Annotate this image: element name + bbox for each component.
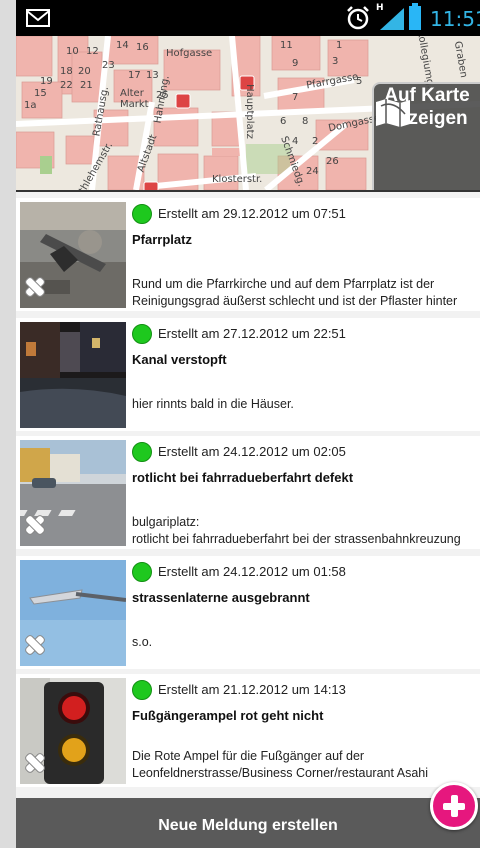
map-house-number: 9 <box>292 58 299 69</box>
map-house-number: 24 <box>306 166 319 177</box>
report-description: bulgariplatz: rotlicht bei fahrradueberf… <box>132 515 461 546</box>
create-report-button[interactable]: Neue Meldung erstellen <box>16 798 480 848</box>
map-house-number: 5 <box>356 76 363 87</box>
report-description: s.o. <box>132 635 153 649</box>
report-title: Fußgängerampel rot geht nicht <box>132 708 324 723</box>
app-frame: H 11:51 <box>16 0 480 848</box>
map-house-number: 19 <box>40 76 53 87</box>
map-house-number: 13 <box>146 70 159 81</box>
report-title: strassenlaterne ausgebrannt <box>132 590 310 605</box>
report-date: Erstellt am 24.12.2012 um 01:58 <box>158 564 346 579</box>
status-bar: H 11:51 <box>16 0 480 36</box>
status-time: 11:51 <box>430 7 480 31</box>
report-description: Rund um die Pfarrkirche und auf dem Pfar… <box>132 277 458 308</box>
status-indicator <box>132 680 152 700</box>
map-preview[interactable]: Hofgasse Altstadt Alter Markt Hauptplatz… <box>16 36 480 190</box>
status-indicator <box>132 324 152 344</box>
map-house-number: 20 <box>78 66 91 77</box>
map-house-number: 15 <box>34 88 47 99</box>
map-house-number: 26 <box>326 156 339 167</box>
battery-icon <box>409 3 421 30</box>
map-label: Hauptplatz <box>243 84 255 139</box>
map-house-number: 11 <box>280 40 293 51</box>
header-divider <box>16 190 480 192</box>
bandage-icon <box>25 277 45 297</box>
map-house-number: 21 <box>80 80 93 91</box>
map-house-number: 22 <box>60 80 73 91</box>
map-house-number: 1 <box>336 40 343 51</box>
bandage-icon <box>25 635 45 655</box>
map-house-number: 6 <box>280 116 287 127</box>
map-label: Hofgasse <box>166 48 213 59</box>
map-house-number: 7 <box>292 92 299 103</box>
map-house-number: 18 <box>60 66 73 77</box>
map-house-number: 1a <box>24 100 37 111</box>
map-house-number: 12 <box>86 46 99 57</box>
report-title: Kanal verstopft <box>132 352 227 367</box>
report-date: Erstellt am 29.12.2012 um 07:51 <box>158 206 346 221</box>
map-house-number: 8 <box>302 116 309 127</box>
report-date: Erstellt am 27.12.2012 um 22:51 <box>158 326 346 341</box>
signal-icon <box>380 8 404 30</box>
report-description: Die Rote Ampel für die Fußgänger auf der… <box>132 749 428 780</box>
map-house-number: 3 <box>332 56 339 67</box>
report-thumbnail <box>20 322 126 428</box>
map-label: Alter Markt <box>120 88 149 110</box>
report-title: rotlicht bei fahrradueberfahrt defekt <box>132 470 354 485</box>
bandage-icon <box>25 515 45 535</box>
report-list-item[interactable]: Erstellt am 24.12.2012 um 01:58 strassen… <box>16 556 480 669</box>
report-list-item[interactable]: Erstellt am 21.12.2012 um 14:13 Fußgänge… <box>16 674 480 787</box>
add-report-fab[interactable] <box>430 782 478 830</box>
report-date: Erstellt am 24.12.2012 um 02:05 <box>158 444 346 459</box>
report-description: hier rinnts bald in die Häuser. <box>132 397 294 411</box>
map-house-number: 2 <box>312 136 319 147</box>
map-house-number: 25 <box>156 90 169 101</box>
map-house-number: 10 <box>66 46 79 57</box>
status-indicator <box>132 562 152 582</box>
map-house-number: 17 <box>128 70 141 81</box>
show-on-map-button[interactable]: Auf Karte anzeigen <box>372 82 480 190</box>
report-title: Pfarrplatz <box>132 232 192 247</box>
map-label: Klosterstr. <box>212 174 263 185</box>
mail-icon <box>26 9 50 27</box>
report-list-item[interactable]: Erstellt am 24.12.2012 um 02:05 rotlicht… <box>16 436 480 549</box>
map-house-number: 16 <box>136 42 149 53</box>
report-date: Erstellt am 21.12.2012 um 14:13 <box>158 682 346 697</box>
report-list-item[interactable]: Erstellt am 27.12.2012 um 22:51 Kanal ve… <box>16 318 480 431</box>
flooded-street-photo <box>20 322 126 428</box>
map-house-number: 23 <box>102 60 115 71</box>
status-indicator <box>132 442 152 462</box>
map-house-number: 4 <box>292 136 299 147</box>
alarm-icon <box>347 6 369 30</box>
map-icon <box>376 99 410 127</box>
report-list-item[interactable]: Erstellt am 29.12.2012 um 07:51 Pfarrpla… <box>16 198 480 311</box>
bandage-icon <box>25 753 45 773</box>
status-indicator <box>132 204 152 224</box>
map-house-number: 14 <box>116 40 129 51</box>
